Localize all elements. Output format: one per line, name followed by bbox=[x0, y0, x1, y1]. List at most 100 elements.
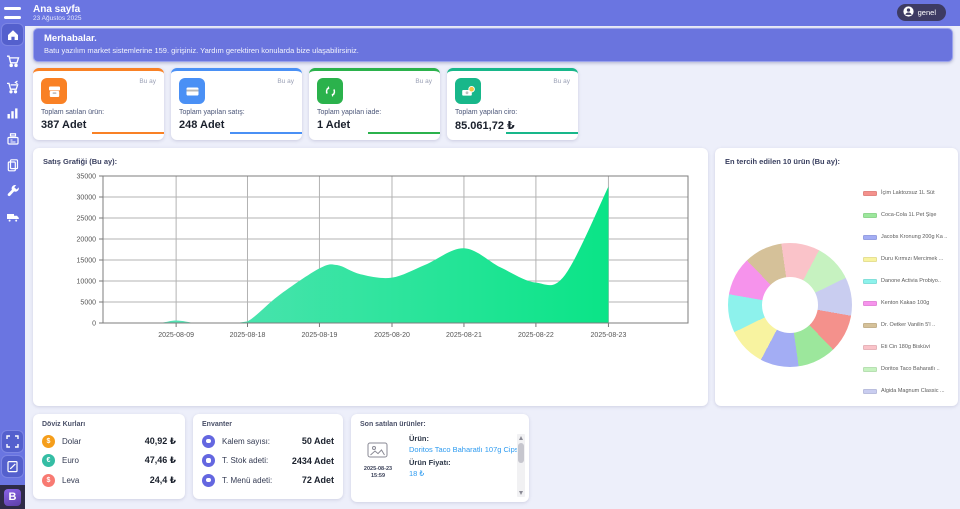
stat-card-sold-products: Bu ay Toplam satılan ürün: 387 Adet bbox=[33, 68, 164, 140]
stat-value: 248 Adet bbox=[179, 119, 224, 131]
documents-icon bbox=[6, 158, 20, 172]
period-label: Bu ay bbox=[139, 78, 156, 85]
sales-chart-card: Satış Grafiği (Bu ay): 35000300002500020… bbox=[33, 148, 708, 406]
legend-swatch bbox=[863, 191, 877, 196]
page-title: Ana sayfa bbox=[33, 4, 81, 15]
legend-item[interactable]: Doritos Taco Baharatlı .. bbox=[863, 358, 947, 380]
notes-button[interactable] bbox=[2, 456, 23, 477]
user-name: genel bbox=[918, 8, 936, 17]
scrollbar-thumb[interactable] bbox=[518, 443, 524, 463]
currency-name: Dolar bbox=[62, 437, 81, 446]
sidebar-item-settings[interactable] bbox=[2, 180, 23, 201]
inventory-row: T. Menü adeti: 72 Adet bbox=[202, 474, 334, 487]
legend-item[interactable]: Coca-Cola 1L Pet Şişe bbox=[863, 204, 947, 226]
currency-name: Leva bbox=[62, 476, 79, 485]
cash-register-icon bbox=[6, 132, 20, 146]
svg-text:5000: 5000 bbox=[80, 300, 96, 307]
topbar: Ana sayfa 23 Ağustos 2025 genel bbox=[0, 0, 960, 26]
legend-swatch bbox=[863, 345, 877, 350]
note-edit-icon bbox=[6, 460, 19, 473]
currency-value: 40,92 ₺ bbox=[145, 436, 176, 447]
main-content: Merhabalar. Batu yazılım market sistemle… bbox=[25, 26, 960, 509]
truck-icon bbox=[6, 210, 20, 224]
currency-row-dolar: $ Dolar 40,92 ₺ bbox=[42, 435, 176, 448]
app-logo[interactable]: B bbox=[0, 485, 25, 509]
sidebar-item-suppliers[interactable] bbox=[2, 206, 23, 227]
sales-chart-title: Satış Grafiği (Bu ay): bbox=[33, 148, 708, 166]
currency-card: Döviz Kurları $ Dolar 40,92 ₺ € Euro 47,… bbox=[33, 414, 185, 499]
scroll-down-icon[interactable] bbox=[519, 491, 523, 495]
legend-label: Coca-Cola 1L Pet Şişe bbox=[881, 212, 936, 218]
top-products-legend: İçim Laktozsuz 1L Süt Coca-Cola 1L Pet Şi… bbox=[863, 182, 947, 402]
svg-text:35000: 35000 bbox=[77, 174, 97, 181]
price-value[interactable]: 18 ₺ bbox=[409, 469, 519, 478]
svg-text:20000: 20000 bbox=[77, 237, 97, 244]
welcome-banner: Merhabalar. Batu yazılım market sistemle… bbox=[33, 28, 953, 62]
legend-item[interactable]: Duru Kırmızı Mercimek ... bbox=[863, 248, 947, 270]
legend-item[interactable]: Eti Cin 180g Bisküvi bbox=[863, 336, 947, 358]
legend-label: Jacobs Kronung 200g Ka .. bbox=[881, 234, 947, 240]
sidebar-item-sales[interactable] bbox=[2, 50, 23, 71]
legend-item[interactable]: Dr. Oetker Vanilin 5'l .. bbox=[863, 314, 947, 336]
stat-underline bbox=[368, 132, 440, 134]
fullscreen-button[interactable] bbox=[2, 431, 23, 452]
svg-text:25000: 25000 bbox=[77, 216, 97, 223]
stat-value: 387 Adet bbox=[41, 119, 86, 131]
menu-toggle-button[interactable] bbox=[4, 7, 21, 19]
price-label: Ürün Fiyatı: bbox=[409, 458, 519, 467]
top-products-card: En tercih edilen 10 ürün (Bu ay): İçim L… bbox=[715, 148, 958, 406]
scroll-up-icon[interactable] bbox=[519, 436, 523, 440]
legend-swatch bbox=[863, 213, 877, 218]
product-link[interactable]: Doritos Taco Baharatlı 107g Cips bbox=[409, 445, 519, 454]
currency-row-euro: € Euro 47,46 ₺ bbox=[42, 454, 176, 467]
sales-area-chart[interactable]: 350003000025000200001500010000500002025-… bbox=[33, 168, 693, 368]
sidebar-item-analytics[interactable] bbox=[2, 102, 23, 123]
legend-item[interactable]: Jacobs Kronung 200g Ka .. bbox=[863, 226, 947, 248]
sidebar: B bbox=[0, 0, 25, 509]
legend-label: Kenton Kakao 100g bbox=[881, 300, 929, 306]
legend-swatch bbox=[863, 235, 877, 240]
svg-text:2025-08-20: 2025-08-20 bbox=[374, 332, 410, 339]
top-products-donut[interactable] bbox=[728, 243, 852, 367]
recycle-icon bbox=[317, 78, 343, 104]
legend-item[interactable]: İçim Laktozsuz 1L Süt bbox=[863, 182, 947, 204]
inventory-row: T. Stok adeti: 2434 Adet bbox=[202, 454, 334, 467]
stat-label: Toplam satılan ürün: bbox=[41, 109, 104, 116]
inventory-card: Envanter Kalem sayısı: 50 Adet T. Stok a… bbox=[193, 414, 343, 499]
bullet-circle-icon bbox=[202, 435, 215, 448]
legend-swatch bbox=[863, 279, 877, 284]
stat-value: 1 Adet bbox=[317, 119, 350, 131]
top-products-title: En tercih edilen 10 ürün (Bu ay): bbox=[715, 148, 958, 166]
svg-text:2025-08-19: 2025-08-19 bbox=[302, 332, 338, 339]
sidebar-item-register[interactable] bbox=[2, 128, 23, 149]
stat-label: Toplam yapılan ciro: bbox=[455, 109, 517, 116]
svg-text:2025-08-18: 2025-08-18 bbox=[230, 332, 266, 339]
sidebar-item-returns[interactable] bbox=[2, 76, 23, 97]
bullet-circle-icon bbox=[202, 474, 215, 487]
user-menu-button[interactable]: genel bbox=[897, 4, 946, 21]
image-placeholder-icon bbox=[367, 442, 388, 463]
legend-item[interactable]: Danone Activia Probiyo.. bbox=[863, 270, 947, 292]
legend-swatch bbox=[863, 301, 877, 306]
cart-return-icon bbox=[6, 80, 20, 94]
stat-value: 85.061,72 ₺ bbox=[455, 119, 515, 132]
inventory-label: T. Stok adeti: bbox=[222, 456, 268, 465]
legend-item[interactable]: Kenton Kakao 100g bbox=[863, 292, 947, 314]
inventory-label: Kalem sayısı: bbox=[222, 437, 270, 446]
home-icon bbox=[6, 28, 20, 42]
last-sold-scrollbar[interactable] bbox=[517, 434, 525, 497]
legend-item[interactable]: Algida Magnum Classic ... bbox=[863, 380, 947, 402]
stat-label: Toplam yapılan satış: bbox=[179, 109, 245, 116]
svg-text:2025-08-09: 2025-08-09 bbox=[158, 332, 194, 339]
sidebar-item-documents[interactable] bbox=[2, 154, 23, 175]
period-label: Bu ay bbox=[553, 78, 570, 85]
cart-icon bbox=[6, 54, 20, 68]
sidebar-item-home[interactable] bbox=[2, 24, 23, 45]
period-label: Bu ay bbox=[277, 78, 294, 85]
last-sold-timestamp: 2025-08-23 15:59 bbox=[361, 466, 395, 480]
legend-label: İçim Laktozsuz 1L Süt bbox=[881, 190, 935, 196]
welcome-subtitle: Batu yazılım market sistemlerine 159. gi… bbox=[44, 46, 942, 55]
svg-text:10000: 10000 bbox=[77, 279, 97, 286]
product-label: Ürün: bbox=[409, 434, 519, 443]
stat-underline bbox=[230, 132, 302, 134]
